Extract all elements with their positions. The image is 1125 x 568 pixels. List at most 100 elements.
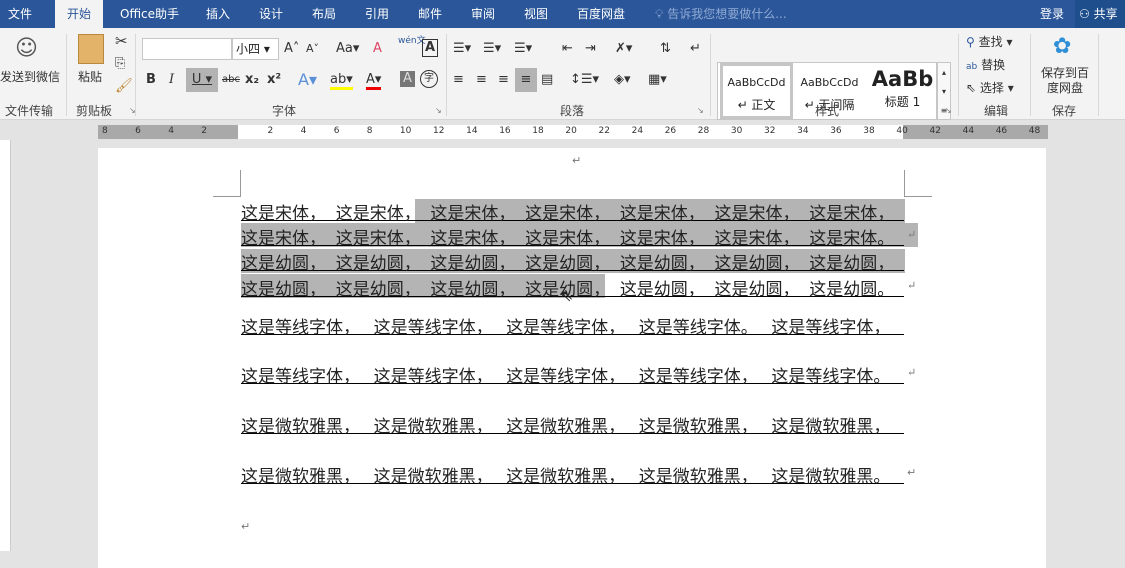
show-marks-icon[interactable]: ↵ bbox=[690, 39, 701, 59]
select-button[interactable]: ⇖ 选择 ▾ bbox=[966, 79, 1014, 96]
italic-button[interactable]: I bbox=[169, 70, 174, 90]
shading-icon[interactable]: ◈▾ bbox=[614, 70, 631, 90]
empty-paragraph-mark: ↵ bbox=[241, 520, 251, 533]
grow-font-icon[interactable]: A˄ bbox=[284, 39, 299, 59]
dialog-launcher-icon[interactable]: ↘ bbox=[129, 106, 136, 115]
tab-baidu-pan[interactable]: 百度网盘 bbox=[577, 0, 625, 28]
vertical-ruler[interactable] bbox=[0, 140, 11, 551]
line-spacing-icon[interactable]: ↕☰▾ bbox=[570, 70, 599, 90]
text-segment: 这是宋体， bbox=[714, 229, 800, 249]
ruler-tick-label: 40 bbox=[896, 126, 908, 136]
change-case-button[interactable]: Aa▾ bbox=[336, 39, 359, 59]
dialog-launcher-icon[interactable]: ↘ bbox=[945, 106, 952, 115]
save-to-baidu-button[interactable]: 保存到百度网盘 bbox=[1038, 66, 1092, 96]
document-line[interactable]: 这是微软雅黑， 这是微软雅黑， 这是微软雅黑， 这是微软雅黑， 这是微软雅黑。 ↵ bbox=[241, 462, 916, 487]
text-segment: 这是等线字体， bbox=[506, 367, 626, 387]
numbering-icon[interactable]: ☰▾ bbox=[483, 39, 501, 59]
document-line[interactable]: 这是幼圆， 这是幼圆， 这是幼圆， 这是幼圆， 这是幼圆， 这是幼圆， 这是幼圆， bbox=[241, 249, 904, 274]
text-segment: 这是幼圆， bbox=[619, 280, 705, 300]
tab-layout[interactable]: 布局 bbox=[312, 0, 336, 28]
subscript-button[interactable]: x₂ bbox=[245, 70, 259, 90]
superscript-button[interactable]: x² bbox=[267, 70, 281, 90]
ruler-tick-label: 48 bbox=[1028, 126, 1041, 136]
underline-button[interactable]: U ▾ bbox=[186, 68, 218, 92]
highlight-color-icon[interactable]: ab▾ bbox=[330, 70, 353, 90]
find-button[interactable]: ⚲ 查找 ▾ bbox=[966, 33, 1012, 50]
clear-format-icon[interactable]: A bbox=[373, 39, 382, 59]
style-heading-1[interactable]: AaBb 标题 1 bbox=[866, 63, 939, 119]
document-line[interactable]: 这是等线字体， 这是等线字体， 这是等线字体， 这是等线字体。 这是等线字体， bbox=[241, 313, 904, 338]
ruler-tick-label: 18 bbox=[532, 126, 544, 136]
tab-references[interactable]: 引用 bbox=[365, 0, 389, 28]
tab-design[interactable]: 设计 bbox=[259, 0, 283, 28]
cut-icon[interactable]: ✂ bbox=[115, 32, 128, 50]
sort-icon[interactable]: ⇅ bbox=[660, 39, 671, 59]
document-line[interactable]: 这是宋体， 这是宋体， 这是宋体， 这是宋体， 这是宋体， 这是宋体， 这是宋体。 ↵ bbox=[241, 224, 916, 249]
text-segment: 这是宋体。 bbox=[809, 229, 895, 249]
decrease-indent-icon[interactable]: ⇤ bbox=[562, 39, 573, 59]
bold-button[interactable]: B bbox=[146, 70, 156, 90]
char-shading-icon[interactable]: A bbox=[400, 71, 415, 87]
enclose-char-icon[interactable]: 字 bbox=[420, 70, 438, 88]
multilevel-list-icon[interactable]: ☰▾ bbox=[514, 39, 532, 59]
login-link[interactable]: 登录 bbox=[1040, 0, 1064, 28]
tab-mailings[interactable]: 邮件 bbox=[418, 0, 442, 28]
paste-button[interactable]: 粘贴 bbox=[78, 68, 102, 85]
replace-button[interactable]: ab 替换 bbox=[966, 56, 1005, 73]
document-line[interactable]: 这是宋体， 这是宋体， 这是宋体， 这是宋体， 这是宋体， 这是宋体， 这是宋体， bbox=[241, 199, 904, 224]
borders-icon[interactable]: ▦▾ bbox=[648, 70, 667, 90]
document-line[interactable]: 这是微软雅黑， 这是微软雅黑， 这是微软雅黑， 这是微软雅黑， 这是微软雅黑， bbox=[241, 412, 904, 437]
group-clipboard: 剪贴板 bbox=[76, 104, 113, 118]
text-segment: 这是幼圆， bbox=[430, 254, 516, 274]
ruler-tick-label: 22 bbox=[598, 126, 610, 136]
justify-icon[interactable]: ≡ bbox=[515, 68, 537, 92]
strikethrough-button[interactable]: abc bbox=[222, 70, 240, 90]
align-center-icon[interactable]: ≡ bbox=[476, 70, 487, 90]
paste-icon[interactable] bbox=[78, 34, 104, 64]
char-border-icon[interactable]: A bbox=[422, 39, 438, 57]
tab-home[interactable]: 开始 bbox=[55, 0, 104, 28]
text-segment: 这是等线字体。 bbox=[638, 318, 758, 338]
ruler-tick-label: 10 bbox=[399, 126, 412, 136]
copy-icon[interactable]: ⎘ bbox=[115, 56, 125, 71]
bullets-icon[interactable]: ☰▾ bbox=[453, 39, 471, 59]
align-right-icon[interactable]: ≡ bbox=[498, 70, 509, 90]
group-paragraph: 段落 bbox=[560, 104, 585, 118]
text-segment: 这是等线字体， bbox=[241, 318, 360, 338]
horizontal-ruler[interactable]: 8 6 4 2 2 4 6 8 10 12 14 16 18 20 22 24 26 28 30 32 34 36 38 40… bbox=[98, 125, 1048, 139]
dialog-launcher-icon[interactable]: ↘ bbox=[697, 106, 704, 115]
lightbulb-icon: 💡︎ bbox=[655, 7, 668, 21]
tab-office-assistant[interactable]: Office助手 bbox=[120, 0, 179, 28]
increase-indent-icon[interactable]: ⇥ bbox=[585, 39, 596, 59]
font-name-select[interactable] bbox=[142, 38, 232, 60]
text-segment: 这是等线字体， bbox=[241, 367, 360, 387]
ruler-tick-label: 34 bbox=[797, 126, 809, 136]
tab-view[interactable]: 视图 bbox=[524, 0, 548, 28]
tab-file[interactable]: 文件 bbox=[8, 0, 32, 28]
text-segment: 这是幼圆。 bbox=[809, 280, 895, 300]
style-normal[interactable]: AaBbCcDd ↵ 正文 bbox=[720, 63, 793, 119]
text-segment: 这是宋体， bbox=[335, 204, 421, 224]
tab-review[interactable]: 审阅 bbox=[471, 0, 495, 28]
distributed-icon[interactable]: ▤ bbox=[541, 70, 553, 90]
text-segment: 这是微软雅黑。 bbox=[771, 467, 891, 487]
send-to-wechat-button[interactable]: 发送到微信 bbox=[0, 68, 60, 85]
tell-me-search[interactable]: 💡︎ 告诉我您想要做什么... bbox=[655, 0, 787, 28]
chinese-layout-icon[interactable]: ✗▾ bbox=[615, 39, 632, 59]
ruler-tick-label: 4 bbox=[300, 126, 307, 136]
share-button[interactable]: ⚇ 共享 bbox=[1075, 0, 1125, 28]
tab-insert[interactable]: 插入 bbox=[206, 0, 230, 28]
font-color-icon[interactable]: A▾ bbox=[366, 70, 382, 90]
format-painter-icon[interactable]: 🖌︎ bbox=[115, 78, 133, 94]
font-size-select[interactable]: 小四 ▾ bbox=[232, 38, 279, 60]
dialog-launcher-icon[interactable]: ↘ bbox=[435, 106, 442, 115]
document-line[interactable]: 这是等线字体， 这是等线字体， 这是等线字体， 这是等线字体， 这是等线字体。 ↵ bbox=[241, 362, 916, 387]
text-effects-icon[interactable]: A▾ bbox=[298, 70, 317, 90]
shrink-font-icon[interactable]: A˅ bbox=[306, 39, 319, 59]
align-left-icon[interactable]: ≡ bbox=[453, 70, 464, 90]
text-segment: 这是等线字体， bbox=[771, 318, 891, 338]
ribbon: ☺ 发送到微信 文件传输 粘贴 ✂ ⎘ 🖌︎ 剪贴板 小四 ▾ A˄ A˅ Aa… bbox=[0, 28, 1125, 120]
text-segment: 这是宋体， bbox=[619, 229, 705, 249]
text-segment: 这是等线字体， bbox=[373, 318, 493, 338]
replace-label: 替换 bbox=[981, 58, 1006, 72]
